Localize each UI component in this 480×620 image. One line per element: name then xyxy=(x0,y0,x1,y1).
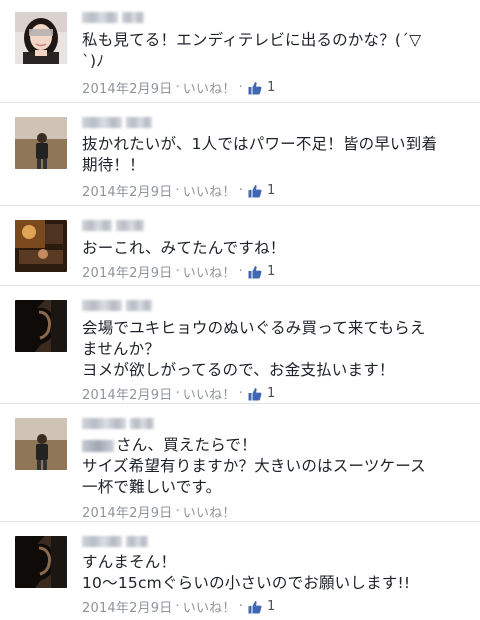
separator-dot: · xyxy=(238,264,243,279)
comment-item: すんまそん！ 10〜15cmぐらいの小さいのでお願いします!! 2014年2月9… xyxy=(0,522,480,620)
like-button[interactable]: いいね！ xyxy=(183,597,236,616)
like-button[interactable]: いいね！ xyxy=(183,502,236,521)
comment-date[interactable]: 2014年2月9日 xyxy=(82,262,172,281)
commenter-avatar[interactable] xyxy=(15,300,67,352)
thumbs-up-icon xyxy=(248,81,262,95)
like-count[interactable]: 1 xyxy=(267,599,275,614)
comment-item: 会場でユキヒョウのぬいぐるみ買って来てもらえ ませんか？ ヨメが欲しがってるので… xyxy=(0,286,480,404)
comment-item: 私も見てる！エンディテレビに出るのかな？(´▽ `)ﾉ 2014年2月9日 · … xyxy=(0,0,480,103)
comment-date[interactable]: 2014年2月9日 xyxy=(82,502,172,521)
thumbs-up-icon xyxy=(248,387,262,401)
comment-text: おーこれ、みてたんですね！ xyxy=(82,239,286,257)
comment-text: 抜かれたいが、1人ではパワー不足！皆の早い到着 期待！！ xyxy=(82,135,438,174)
comment-item: さん、買えたらで！ サイズ希望有りますか？大きいのはスーツケース 一杯で難しいで… xyxy=(0,404,480,522)
commenter-name-blurred[interactable] xyxy=(82,534,148,548)
comment-meta: 2014年2月9日 · いいね！ · 1 xyxy=(82,597,275,616)
commenter-name-blurred[interactable] xyxy=(82,416,154,430)
like-count[interactable]: 1 xyxy=(267,386,275,401)
comment-date[interactable]: 2014年2月9日 xyxy=(82,384,172,403)
comment-meta: 2014年2月9日 · いいね！ xyxy=(82,502,236,521)
thumbs-up-icon xyxy=(248,265,262,279)
separator-dot: · xyxy=(238,183,243,198)
mentioned-name-blurred[interactable] xyxy=(82,439,114,452)
separator-dot: · xyxy=(175,504,180,519)
comment-text: 私も見てる！エンディテレビに出るのかな？(´▽ `)ﾉ xyxy=(82,31,422,70)
separator-dot: · xyxy=(175,386,180,401)
like-count[interactable]: 1 xyxy=(267,183,275,198)
comment-text: 会場でユキヒョウのぬいぐるみ買って来てもらえ ませんか？ ヨメが欲しがってるので… xyxy=(82,319,426,379)
comment-meta: 2014年2月9日 · いいね！ · 1 xyxy=(82,262,275,281)
separator-dot: · xyxy=(175,80,180,95)
comment-thread: 私も見てる！エンディテレビに出るのかな？(´▽ `)ﾉ 2014年2月9日 · … xyxy=(0,0,480,620)
like-button[interactable]: いいね！ xyxy=(183,181,236,200)
comment-item: おーこれ、みてたんですね！ 2014年2月9日 · いいね！ · 1 xyxy=(0,206,480,286)
commenter-avatar[interactable] xyxy=(15,418,67,470)
commenter-name-blurred[interactable] xyxy=(82,10,144,24)
commenter-avatar[interactable] xyxy=(15,12,67,64)
like-button[interactable]: いいね！ xyxy=(183,384,236,403)
like-button[interactable]: いいね！ xyxy=(183,78,236,97)
comment-date[interactable]: 2014年2月9日 xyxy=(82,78,172,97)
separator-dot: · xyxy=(175,264,180,279)
comment-text-content: さん、買えたらで！ サイズ希望有りますか？大きいのはスーツケース 一杯で難しいで… xyxy=(82,436,426,496)
comment-text: すんまそん！ 10〜15cmぐらいの小さいのでお願いします!! xyxy=(82,553,411,592)
commenter-avatar[interactable] xyxy=(15,536,67,588)
comment-text: さん、買えたらで！ サイズ希望有りますか？大きいのはスーツケース 一杯で難しいで… xyxy=(82,435,462,498)
thumbs-up-icon xyxy=(248,184,262,198)
like-count[interactable]: 1 xyxy=(267,264,275,279)
separator-dot: · xyxy=(238,80,243,95)
comment-meta: 2014年2月9日 · いいね！ · 1 xyxy=(82,78,275,97)
like-count[interactable]: 1 xyxy=(267,80,275,95)
thumbs-up-icon xyxy=(248,600,262,614)
like-button[interactable]: いいね！ xyxy=(183,262,236,281)
separator-dot: · xyxy=(238,386,243,401)
separator-dot: · xyxy=(175,183,180,198)
commenter-name-blurred[interactable] xyxy=(82,298,152,312)
separator-dot: · xyxy=(175,599,180,614)
comment-date[interactable]: 2014年2月9日 xyxy=(82,597,172,616)
commenter-avatar[interactable] xyxy=(15,220,67,272)
separator-dot: · xyxy=(238,599,243,614)
commenter-name-blurred[interactable] xyxy=(82,115,152,129)
comment-meta: 2014年2月9日 · いいね！ · 1 xyxy=(82,181,275,200)
comment-meta: 2014年2月9日 · いいね！ · 1 xyxy=(82,384,275,403)
commenter-name-blurred[interactable] xyxy=(82,218,144,232)
commenter-avatar[interactable] xyxy=(15,117,67,169)
comment-date[interactable]: 2014年2月9日 xyxy=(82,181,172,200)
comment-item: 抜かれたいが、1人ではパワー不足！皆の早い到着 期待！！ 2014年2月9日 ·… xyxy=(0,103,480,206)
